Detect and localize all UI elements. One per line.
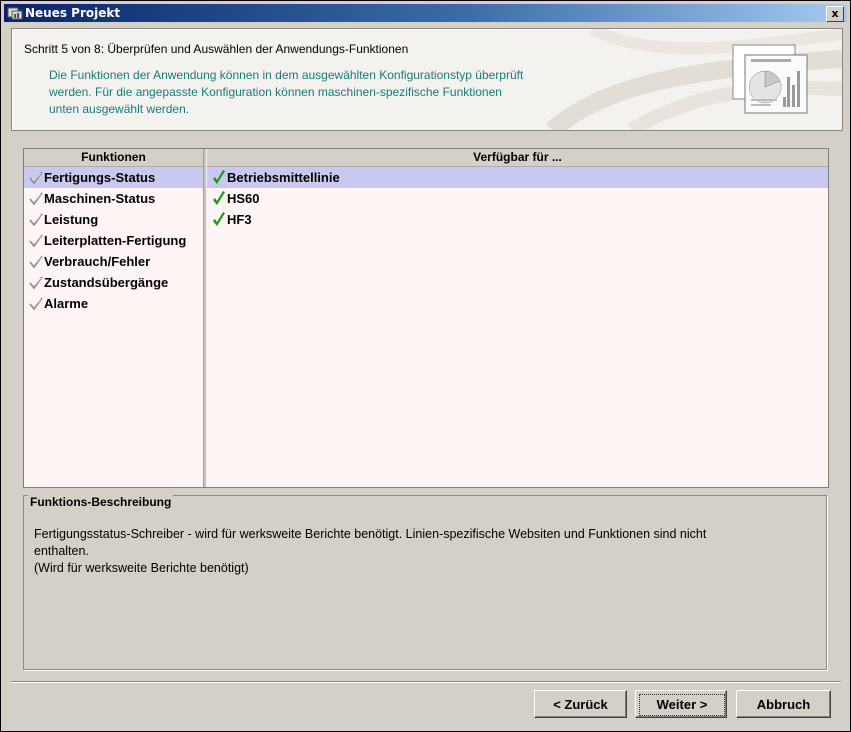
available-list[interactable]: Verfügbar für ... Betriebsmittellinie HS6…: [207, 149, 828, 487]
button-separator: [11, 681, 841, 683]
wizard-header: Schritt 5 von 8: Überprüfen und Auswähle…: [11, 28, 843, 131]
next-button[interactable]: Weiter >: [635, 690, 727, 718]
function-description-group: Funktions-Beschreibung Fertigungsstatus-…: [23, 495, 827, 670]
next-button-label: Weiter >: [639, 694, 725, 716]
functions-list[interactable]: Funktionen Fertigungs-Status Maschinen-St…: [24, 149, 203, 487]
cancel-button[interactable]: Abbruch: [736, 690, 831, 718]
available-item-label: HS60: [227, 191, 260, 206]
functions-panel: Funktionen Fertigungs-Status Maschinen-St…: [23, 148, 829, 488]
functions-item[interactable]: Verbrauch/Fehler: [24, 251, 203, 272]
checkmark-icon: [29, 213, 43, 227]
checkmark-icon: [29, 234, 43, 248]
title-bar[interactable]: Neues Projekt x: [4, 4, 847, 22]
step-description: Die Funktionen der Anwendung können in d…: [49, 67, 649, 118]
functions-item-label: Zustandsübergänge: [44, 275, 169, 290]
available-item[interactable]: HF3: [207, 209, 828, 230]
functions-item[interactable]: Alarme: [24, 293, 203, 314]
checkmark-icon: [29, 255, 43, 269]
checkmark-icon: [29, 171, 43, 185]
functions-item[interactable]: Leiterplatten-Fertigung: [24, 230, 203, 251]
function-description-title: Funktions-Beschreibung: [28, 495, 174, 509]
available-item-label: HF3: [227, 212, 252, 227]
functions-item-label: Maschinen-Status: [44, 191, 156, 206]
functions-item[interactable]: Maschinen-Status: [24, 188, 203, 209]
available-column-header[interactable]: Verfügbar für ...: [207, 149, 828, 167]
step-description-line: Die Funktionen der Anwendung können in d…: [49, 68, 524, 82]
available-item[interactable]: Betriebsmittellinie: [207, 167, 828, 188]
functions-item[interactable]: Zustandsübergänge: [24, 272, 203, 293]
checkmark-icon: [29, 297, 43, 311]
window-title: Neues Projekt: [25, 6, 121, 20]
functions-item-label: Fertigungs-Status: [44, 170, 156, 185]
checkmark-icon: [213, 170, 225, 184]
back-button[interactable]: < Zurück: [534, 690, 627, 718]
functions-item-label: Alarme: [44, 296, 89, 311]
functions-item-label: Leistung: [44, 212, 99, 227]
functions-item[interactable]: Fertigungs-Status: [24, 167, 203, 188]
function-description-text: Fertigungsstatus-Schreiber - wird für we…: [34, 526, 824, 577]
checkmark-icon: [29, 276, 43, 290]
function-description-line: (Wird für werksweite Berichte benötigt): [34, 561, 249, 575]
available-item[interactable]: HS60: [207, 188, 828, 209]
dialog-window: Neues Projekt x Schritt 5 von 8: Überprü…: [0, 0, 851, 732]
checkmark-icon: [29, 192, 43, 206]
step-description-line: unten ausgewählt werden.: [49, 102, 190, 116]
functions-item[interactable]: Leistung: [24, 209, 203, 230]
available-item-label: Betriebsmittellinie: [227, 170, 340, 185]
functions-item-label: Leiterplatten-Fertigung: [44, 233, 187, 248]
report-chart-icon: [732, 44, 808, 114]
close-icon: x: [831, 7, 839, 20]
checkmark-icon: [213, 212, 225, 226]
functions-item-label: Verbrauch/Fehler: [44, 254, 151, 269]
step-title: Schritt 5 von 8: Überprüfen und Auswähle…: [24, 42, 409, 56]
app-icon: [7, 7, 23, 20]
functions-column-header[interactable]: Funktionen: [24, 149, 203, 167]
step-description-line: werden. Für die angepasste Konfiguration…: [49, 85, 502, 99]
close-button[interactable]: x: [826, 6, 844, 22]
function-description-line: enthalten.: [34, 544, 89, 558]
checkmark-icon: [213, 191, 225, 205]
function-description-line: Fertigungsstatus-Schreiber - wird für we…: [34, 527, 707, 541]
